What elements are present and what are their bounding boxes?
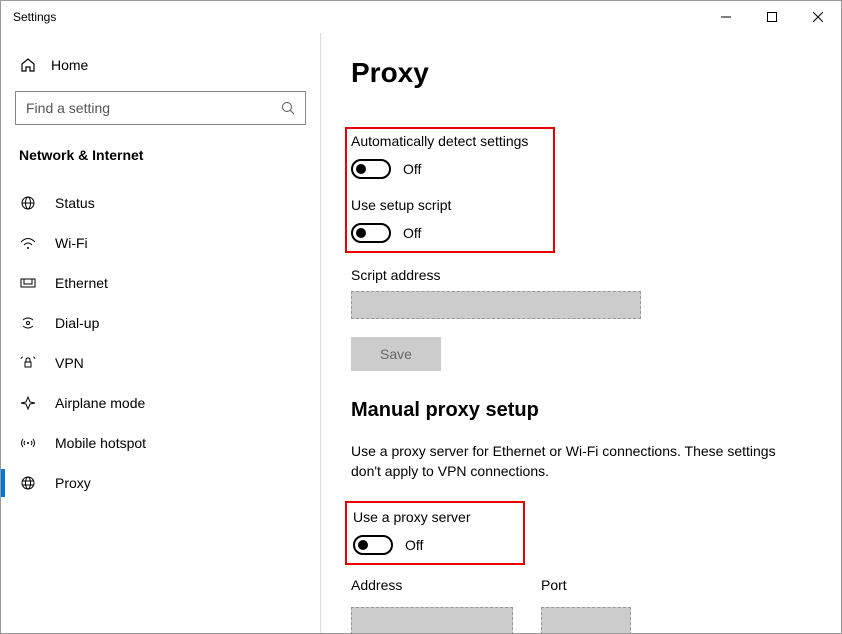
highlight-auto-setup: Automatically detect settings Off Use se… [345, 127, 555, 253]
ethernet-icon [19, 276, 37, 290]
home-icon [19, 57, 37, 73]
sidebar-item-label: VPN [55, 355, 84, 371]
window-controls [703, 1, 841, 33]
category-title: Network & Internet [19, 147, 306, 163]
window-title: Settings [13, 10, 56, 24]
sidebar-item-label: Status [55, 195, 95, 211]
save-button: Save [351, 337, 441, 371]
sidebar-item-wifi[interactable]: Wi-Fi [15, 223, 306, 263]
highlight-use-proxy: Use a proxy server Off [345, 501, 525, 565]
sidebar-item-proxy[interactable]: Proxy [15, 463, 306, 503]
search-icon [281, 101, 295, 115]
address-label: Address [351, 577, 513, 593]
sidebar-item-label: Mobile hotspot [55, 435, 146, 451]
use-proxy-label: Use a proxy server [353, 509, 515, 525]
page-title: Proxy [351, 57, 811, 89]
search-placeholder: Find a setting [26, 100, 110, 116]
port-input [541, 607, 631, 633]
home-link[interactable]: Home [15, 51, 306, 91]
sidebar-item-hotspot[interactable]: Mobile hotspot [15, 423, 306, 463]
script-address-label: Script address [351, 267, 811, 283]
sidebar-item-airplane[interactable]: Airplane mode [15, 383, 306, 423]
sidebar-item-status[interactable]: Status [15, 183, 306, 223]
use-proxy-toggle[interactable] [353, 535, 393, 555]
manual-section-desc: Use a proxy server for Ethernet or Wi-Fi… [351, 442, 791, 481]
setup-script-label: Use setup script [351, 197, 543, 213]
sidebar-item-vpn[interactable]: VPN [15, 343, 306, 383]
auto-detect-toggle[interactable] [351, 159, 391, 179]
sidebar: Home Find a setting Network & Internet S… [1, 33, 321, 633]
close-button[interactable] [795, 1, 841, 33]
setup-script-state: Off [403, 225, 421, 241]
setup-script-toggle[interactable] [351, 223, 391, 243]
status-icon [19, 196, 37, 210]
maximize-button[interactable] [749, 1, 795, 33]
manual-section-title: Manual proxy setup [351, 399, 811, 422]
sidebar-item-label: Airplane mode [55, 395, 145, 411]
home-label: Home [51, 57, 88, 73]
dialup-icon [19, 316, 37, 330]
search-input[interactable]: Find a setting [15, 91, 306, 125]
script-address-input [351, 291, 641, 319]
airplane-icon [19, 396, 37, 410]
port-label: Port [541, 577, 631, 593]
use-proxy-state: Off [405, 537, 423, 553]
sidebar-item-dialup[interactable]: Dial-up [15, 303, 306, 343]
main-content: Proxy Automatically detect settings Off … [321, 33, 841, 633]
auto-detect-label: Automatically detect settings [351, 133, 543, 149]
address-input [351, 607, 513, 633]
hotspot-icon [19, 436, 37, 450]
sidebar-item-label: Proxy [55, 475, 91, 491]
sidebar-item-label: Wi-Fi [55, 235, 88, 251]
titlebar: Settings [1, 1, 841, 33]
proxy-icon [19, 476, 37, 490]
minimize-button[interactable] [703, 1, 749, 33]
vpn-icon [19, 356, 37, 370]
sidebar-item-ethernet[interactable]: Ethernet [15, 263, 306, 303]
wifi-icon [19, 236, 37, 250]
sidebar-item-label: Ethernet [55, 275, 108, 291]
sidebar-item-label: Dial-up [55, 315, 99, 331]
auto-detect-state: Off [403, 161, 421, 177]
